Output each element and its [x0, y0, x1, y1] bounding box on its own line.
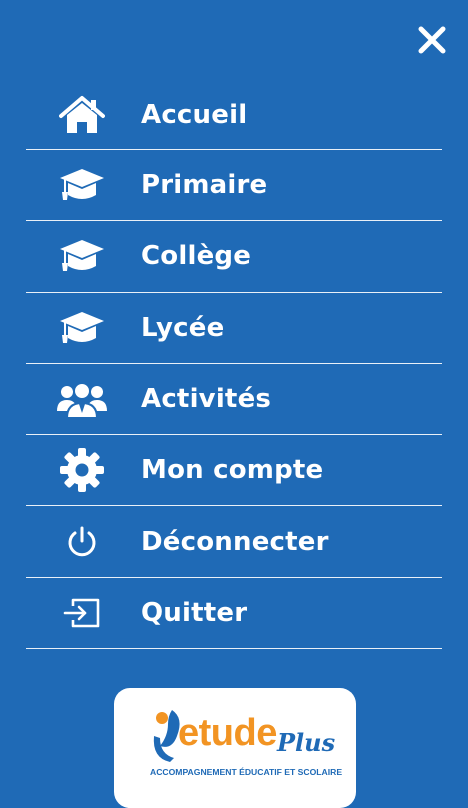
- menu-item-label: Primaire: [141, 170, 268, 201]
- menu-item-label: Lycée: [141, 312, 225, 343]
- close-icon: [418, 26, 446, 54]
- users-icon: [56, 377, 108, 421]
- exit-icon: [56, 591, 108, 635]
- menu-item-label: Accueil: [141, 99, 248, 130]
- menu-item-label: Mon compte: [141, 455, 324, 486]
- menu-item-label: Quitter: [141, 597, 248, 628]
- menu-item-deconnecter[interactable]: Déconnecter: [26, 506, 442, 578]
- logo: etude Plus ACCOMPAGNEMENT ÉDUCATIF ET SC…: [114, 688, 356, 808]
- graduation-cap-icon: [56, 234, 108, 278]
- menu-item-label: Déconnecter: [141, 526, 329, 557]
- close-button[interactable]: [412, 20, 452, 60]
- logo-tagline: ACCOMPAGNEMENT ÉDUCATIF ET SCOLAIRE: [150, 767, 343, 777]
- menu-item-label: Activités: [141, 384, 272, 415]
- side-menu: Accueil Primaire Collège Lycée Activités…: [26, 80, 442, 650]
- menu-item-mon-compte[interactable]: Mon compte: [26, 435, 442, 507]
- logo-wordmark: etude: [178, 712, 277, 754]
- menu-item-lycee[interactable]: Lycée: [26, 293, 442, 364]
- menu-item-accueil[interactable]: Accueil: [26, 80, 442, 150]
- menu-item-quitter[interactable]: Quitter: [26, 578, 442, 650]
- menu-item-primaire[interactable]: Primaire: [26, 150, 442, 222]
- menu-item-activites[interactable]: Activités: [26, 364, 442, 436]
- menu-item-college[interactable]: Collège: [26, 221, 442, 293]
- graduation-cap-icon: [56, 163, 108, 207]
- logo-suffix: Plus: [277, 728, 336, 757]
- power-icon: [56, 520, 108, 564]
- gear-icon: [56, 448, 108, 493]
- home-icon: [56, 93, 108, 137]
- graduation-cap-icon: [56, 306, 108, 350]
- menu-item-label: Collège: [141, 241, 252, 272]
